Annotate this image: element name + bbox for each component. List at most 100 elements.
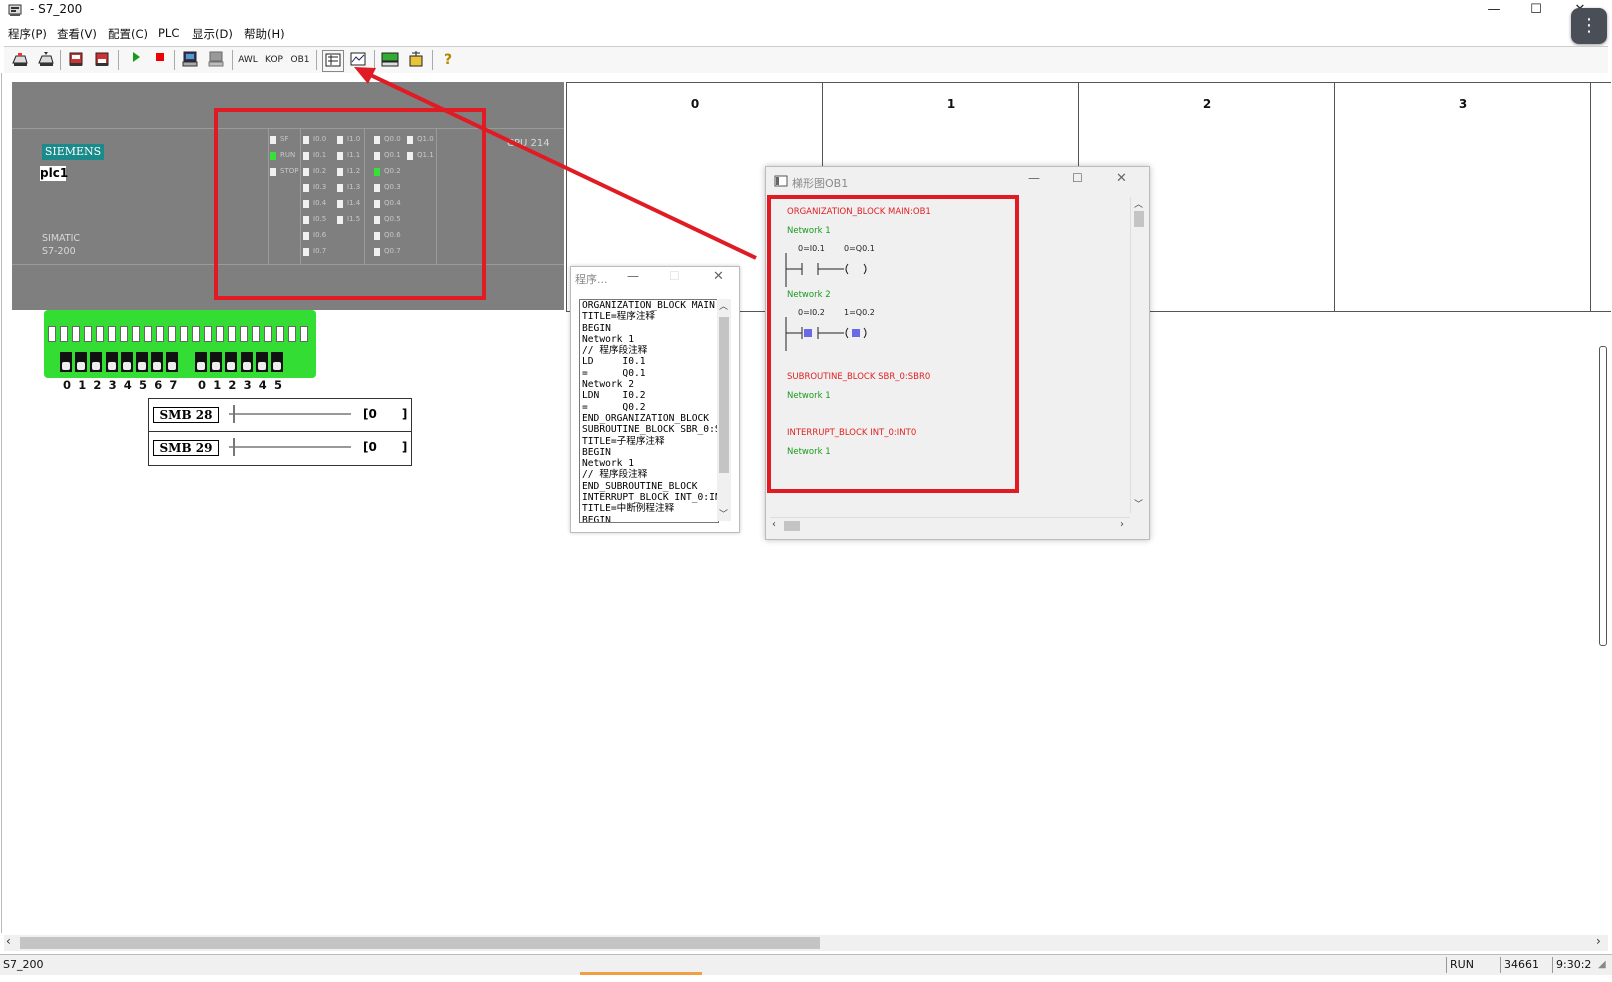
ladder-vertical-scrollbar[interactable]: ︿ ﹀ [1130,197,1147,513]
slot-number: 2 [1202,97,1212,111]
siemens-logo: SIEMENS [42,144,104,160]
status-app-name: S7_200 [3,958,44,971]
switch-knob[interactable] [227,362,236,370]
status-bar: S7_200 RUN 34661 9:30:2 ◢ [0,954,1612,975]
annotation-arrow [354,67,757,260]
switch-knob[interactable] [138,362,146,370]
ladder-window-icon [774,175,788,187]
switch-number: 0 [63,378,72,392]
ladder-minimize-button[interactable]: — [1028,171,1040,185]
run-icon[interactable] [126,50,146,70]
program-listing[interactable]: ORGANIZATION_BLOCK MAIN: TITLE=程序注释 BEGI… [579,299,719,523]
smb-28-slider-thumb[interactable] [233,405,235,423]
simatic-line: SIMATIC [42,233,81,244]
menu-program[interactable]: 程序(P) [8,26,47,42]
slot-number: 3 [1458,97,1468,111]
smb-29-value[interactable]: [0 ] [363,440,407,455]
switch-number: 4 [123,378,132,392]
main-v-scroll-thumb[interactable] [1599,346,1607,646]
menu-config[interactable]: 配置(C) [108,26,148,42]
switch-knob[interactable] [122,362,131,370]
switch-knob[interactable] [197,362,205,370]
terminal-pin [168,326,176,342]
switch-knob[interactable] [62,362,70,370]
stop-icon[interactable] [150,50,170,70]
smb-28-value[interactable]: [0 ] [363,407,407,422]
smb-29-slider-thumb[interactable] [233,438,235,456]
switch-knob[interactable] [168,362,177,370]
scroll-down-icon[interactable]: ﹀ [719,507,728,520]
taskbar-highlight [580,972,702,975]
terminal-pin [96,326,104,342]
status-time: 9:30:2 [1552,957,1600,973]
menu-help[interactable]: 帮助(H) [244,26,285,42]
smb-29-value-text: 0 [368,440,377,454]
pc-icon[interactable] [180,50,200,70]
maximize-button[interactable]: ☐ [1516,0,1556,22]
smb-29-slider-track[interactable] [229,446,351,448]
ladder-horizontal-scrollbar[interactable]: ‹ › [770,517,1130,534]
annotation-box-ladder [767,195,1019,493]
ladder-v-thumb[interactable] [1134,211,1144,227]
smb-28-slider-track[interactable] [229,413,351,415]
terminal-pin [60,326,68,342]
pc-gray-icon[interactable] [206,50,226,70]
ladder-maximize-button[interactable]: ☐ [1072,171,1083,185]
terminal-pin [288,326,296,342]
scroll-right-icon[interactable]: › [1120,519,1124,530]
status-mode: RUN [1446,957,1500,973]
main-scroll-right-icon[interactable]: › [1596,934,1601,948]
switch-knob[interactable] [242,362,251,370]
s7-200-line: S7-200 [42,246,76,257]
switch-knob[interactable] [153,362,162,370]
menu-plc[interactable]: PLC [158,26,179,40]
main-h-scroll-thumb[interactable] [20,937,820,949]
status-counter: 34661 [1500,957,1554,973]
scroll-left-icon[interactable]: ‹ [772,519,776,530]
slot-number: 1 [946,97,956,111]
switch-number: 3 [108,378,117,392]
window-title: - S7_200 [30,2,83,16]
resize-grip-icon[interactable]: ◢ [1598,959,1606,970]
expansion-slot-3[interactable]: 3 [1334,82,1592,312]
terminal-pin [300,326,308,342]
expansion-slot-edge [1590,82,1611,312]
switch-number: 2 [228,378,237,392]
menu-bar: 程序(P) 查看(V) 配置(C) PLC 显示(D) 帮助(H) [0,24,1612,44]
kop-button[interactable]: KOP [264,50,284,70]
program-scroll-thumb[interactable] [719,317,729,473]
terminal-pin [252,326,260,342]
minimize-button[interactable]: — [1474,0,1514,22]
switch-number: 1 [213,378,222,392]
switch-knob[interactable] [273,362,281,370]
terminal-pin [144,326,152,342]
ladder-h-thumb[interactable] [784,521,800,531]
download-icon[interactable] [92,50,112,70]
ob1-button[interactable]: OB1 [290,50,310,70]
main-scroll-left-icon[interactable]: ‹ [6,934,11,948]
toolbar: AWL KOP OB1 ? [4,46,1608,74]
upload-icon[interactable] [66,50,86,70]
ladder-close-button[interactable]: ✕ [1116,171,1127,186]
save-icon[interactable] [36,50,56,70]
switch-knob[interactable] [92,362,101,370]
scroll-up-icon[interactable]: ︿ [719,299,728,312]
switch-knob[interactable] [107,362,116,370]
scroll-up-icon[interactable]: ︿ [1134,197,1143,210]
smb-28-value-text: 0 [368,407,377,421]
scroll-down-icon[interactable]: ﹀ [1134,497,1143,510]
awl-button[interactable]: AWL [238,50,258,70]
app-icon [8,4,22,16]
switch-knob[interactable] [77,362,86,370]
menu-view[interactable]: 查看(V) [57,26,97,42]
switch-number: 4 [258,378,267,392]
menu-display[interactable]: 显示(D) [192,26,233,42]
open-icon[interactable] [10,50,30,70]
program-window[interactable]: 程序... — ☐ ✕ ORGANIZATION_BLOCK MAIN: TIT… [570,266,740,533]
terminal-pin [216,326,224,342]
terminal-pin [84,326,92,342]
terminal-pin [120,326,128,342]
switch-knob[interactable] [257,362,266,370]
switch-knob[interactable] [212,362,221,370]
terminal-pin [228,326,236,342]
